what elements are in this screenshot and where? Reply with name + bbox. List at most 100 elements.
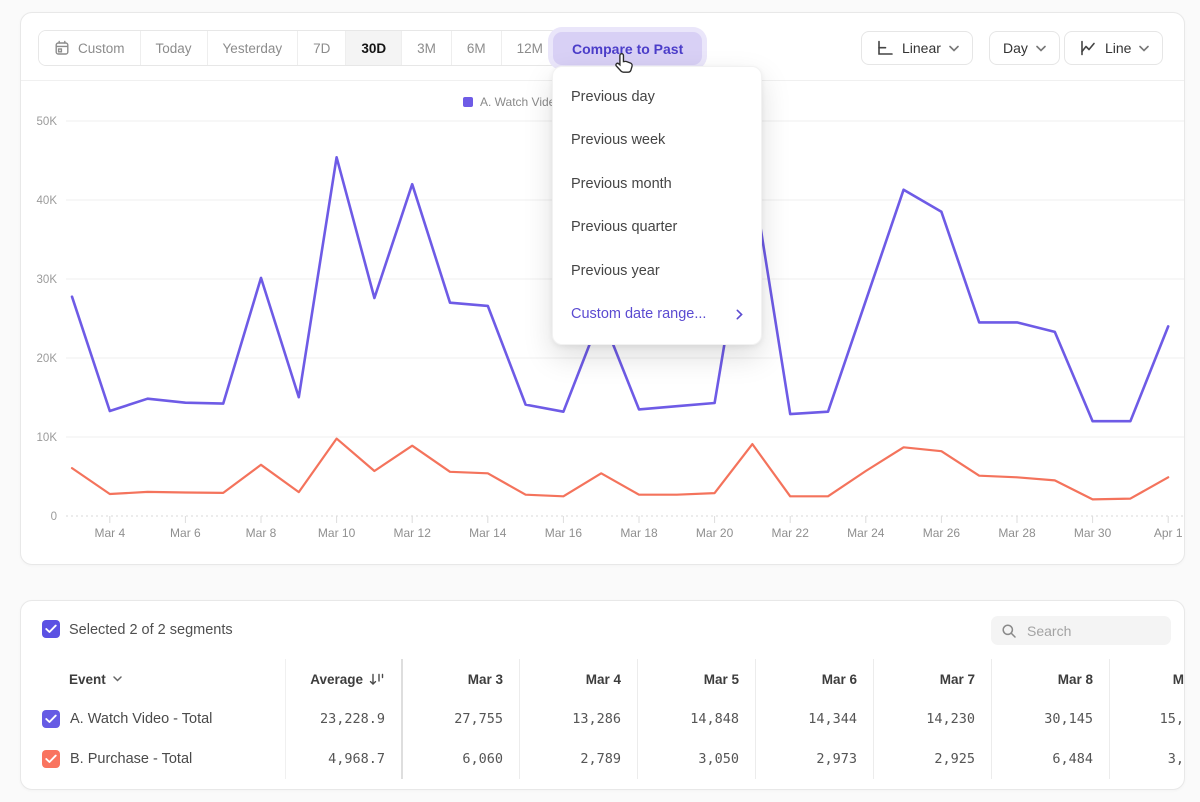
- segment-checkbox[interactable]: [42, 710, 60, 728]
- date-range-label: 3M: [417, 41, 436, 56]
- menu-item-previous-week[interactable]: Previous week: [553, 119, 761, 163]
- cell-value: 30,145: [1044, 711, 1093, 727]
- y-axis-label: 40K: [37, 195, 58, 207]
- x-axis-label: Mar 6: [170, 526, 201, 540]
- cell-value: 23,228.9: [320, 711, 385, 727]
- date-range-label: 7D: [313, 41, 330, 56]
- date-range-3m[interactable]: 3M: [402, 31, 452, 65]
- y-axis-label: 0: [51, 511, 57, 523]
- selected-segments-label: Selected 2 of 2 segments: [69, 622, 233, 638]
- table-cell: 23,228.9: [285, 699, 401, 739]
- series-line-purchase[interactable]: [72, 439, 1168, 500]
- date-range-segmented-control: Custom Today Yesterday 7D 30D 3M 6M12M: [38, 30, 559, 66]
- x-axis-label: Mar 14: [469, 526, 507, 540]
- x-axis-label: Mar 18: [620, 526, 658, 540]
- checkmark-icon: [45, 624, 57, 634]
- select-all-segments-checkbox[interactable]: [42, 620, 60, 638]
- chevron-down-icon: [1139, 45, 1149, 52]
- line-chart-icon: [1078, 39, 1097, 57]
- column-header-label: Mar 4: [586, 672, 621, 687]
- date-range-7d[interactable]: 7D: [298, 31, 346, 65]
- table-cell: 3,: [1109, 739, 1185, 779]
- x-axis-label: Mar 16: [545, 526, 583, 540]
- x-axis-label: Mar 22: [772, 526, 810, 540]
- chevron-down-icon: [1036, 45, 1046, 52]
- cell-value: 14,344: [808, 711, 857, 727]
- cell-value: 14,230: [926, 711, 975, 727]
- x-axis-label: Apr 1: [1154, 526, 1183, 540]
- column-header-date: Mar 8: [991, 659, 1109, 699]
- segments-table: EventAverageMar 3Mar 4Mar 5Mar 6Mar 7Mar…: [21, 659, 1185, 779]
- cell-value: 6,484: [1052, 751, 1093, 767]
- chevron-down-icon: [949, 45, 959, 52]
- table-cell: 3,050: [637, 739, 755, 779]
- cell-value: 3,: [1168, 751, 1184, 767]
- column-header-date: M: [1109, 659, 1185, 699]
- segment-checkbox[interactable]: [42, 750, 60, 768]
- cell-value: 3,050: [698, 751, 739, 767]
- table-cell: 13,286: [519, 699, 637, 739]
- cell-value: 27,755: [454, 711, 503, 727]
- compare-to-past-menu: Previous dayPrevious weekPrevious monthP…: [552, 66, 762, 345]
- segment-name: B. Purchase - Total: [70, 751, 192, 767]
- date-range-label: Yesterday: [223, 41, 283, 56]
- column-header-label: Mar 3: [468, 672, 503, 687]
- date-range-yesterday[interactable]: Yesterday: [208, 31, 299, 65]
- segment-row-label: A. Watch Video - Total: [21, 699, 285, 739]
- date-range-12m[interactable]: 12M: [502, 31, 558, 65]
- date-range-label: Custom: [78, 41, 125, 56]
- x-axis-label: Mar 4: [94, 526, 125, 540]
- x-axis-label: Mar 28: [998, 526, 1036, 540]
- date-range-30d[interactable]: 30D: [346, 31, 402, 65]
- column-header-average[interactable]: Average: [285, 659, 401, 699]
- column-header-event[interactable]: Event: [21, 659, 285, 699]
- segment-row-label: B. Purchase - Total: [21, 739, 285, 779]
- cell-value: 2,925: [934, 751, 975, 767]
- y-axis-label: 30K: [37, 274, 58, 286]
- column-header-label: Mar 7: [940, 672, 975, 687]
- menu-item-custom-date-range[interactable]: Custom date range...: [553, 293, 761, 337]
- x-axis-label: Mar 30: [1074, 526, 1112, 540]
- sort-descending-icon: [369, 673, 385, 686]
- x-axis-label: Mar 10: [318, 526, 356, 540]
- search-icon: [1001, 623, 1017, 639]
- table-cell: 14,848: [637, 699, 755, 739]
- compare-to-past-button[interactable]: Compare to Past: [553, 32, 702, 65]
- interval-label: Day: [1003, 40, 1028, 56]
- date-range-today[interactable]: Today: [141, 31, 208, 65]
- x-axis-label: Mar 12: [394, 526, 432, 540]
- interval-dropdown-button[interactable]: Day: [989, 31, 1060, 65]
- menu-item-previous-month[interactable]: Previous month: [553, 162, 761, 206]
- chevron-down-icon: [113, 676, 122, 682]
- column-header-date: Mar 6: [755, 659, 873, 699]
- menu-item-previous-year[interactable]: Previous year: [553, 249, 761, 293]
- cell-value: 2,789: [580, 751, 621, 767]
- table-cell: 6,060: [401, 739, 519, 779]
- table-cell: 2,789: [519, 739, 637, 779]
- chart-type-label: Line: [1105, 40, 1131, 56]
- y-axis-label: 20K: [37, 353, 58, 365]
- table-cell: 6,484: [991, 739, 1109, 779]
- menu-item-previous-quarter[interactable]: Previous quarter: [553, 206, 761, 250]
- x-axis-label: Mar 20: [696, 526, 734, 540]
- search-input[interactable]: [1025, 622, 1159, 640]
- cell-value: 4,968.7: [328, 751, 385, 767]
- date-range-label: 30D: [361, 41, 386, 56]
- table-cell: 15,: [1109, 699, 1185, 739]
- column-header-date: Mar 7: [873, 659, 991, 699]
- column-header-label: M: [1173, 672, 1184, 687]
- date-range-6m[interactable]: 6M: [452, 31, 502, 65]
- menu-item-previous-day[interactable]: Previous day: [553, 75, 761, 119]
- date-range-custom[interactable]: Custom: [39, 31, 141, 65]
- cell-value: 13,286: [572, 711, 621, 727]
- cell-value: 2,973: [816, 751, 857, 767]
- table-cell: 14,230: [873, 699, 991, 739]
- chart-type-dropdown-button[interactable]: Line: [1064, 31, 1163, 65]
- date-range-label: Today: [156, 41, 192, 56]
- x-axis-label: Mar 8: [246, 526, 277, 540]
- cell-value: 15,: [1160, 711, 1184, 727]
- scale-dropdown-button[interactable]: Linear: [861, 31, 973, 65]
- y-axis-label: 10K: [37, 432, 58, 444]
- scale-label: Linear: [902, 40, 941, 56]
- segments-panel: Selected 2 of 2 segments EventAverage Mar…: [20, 600, 1185, 790]
